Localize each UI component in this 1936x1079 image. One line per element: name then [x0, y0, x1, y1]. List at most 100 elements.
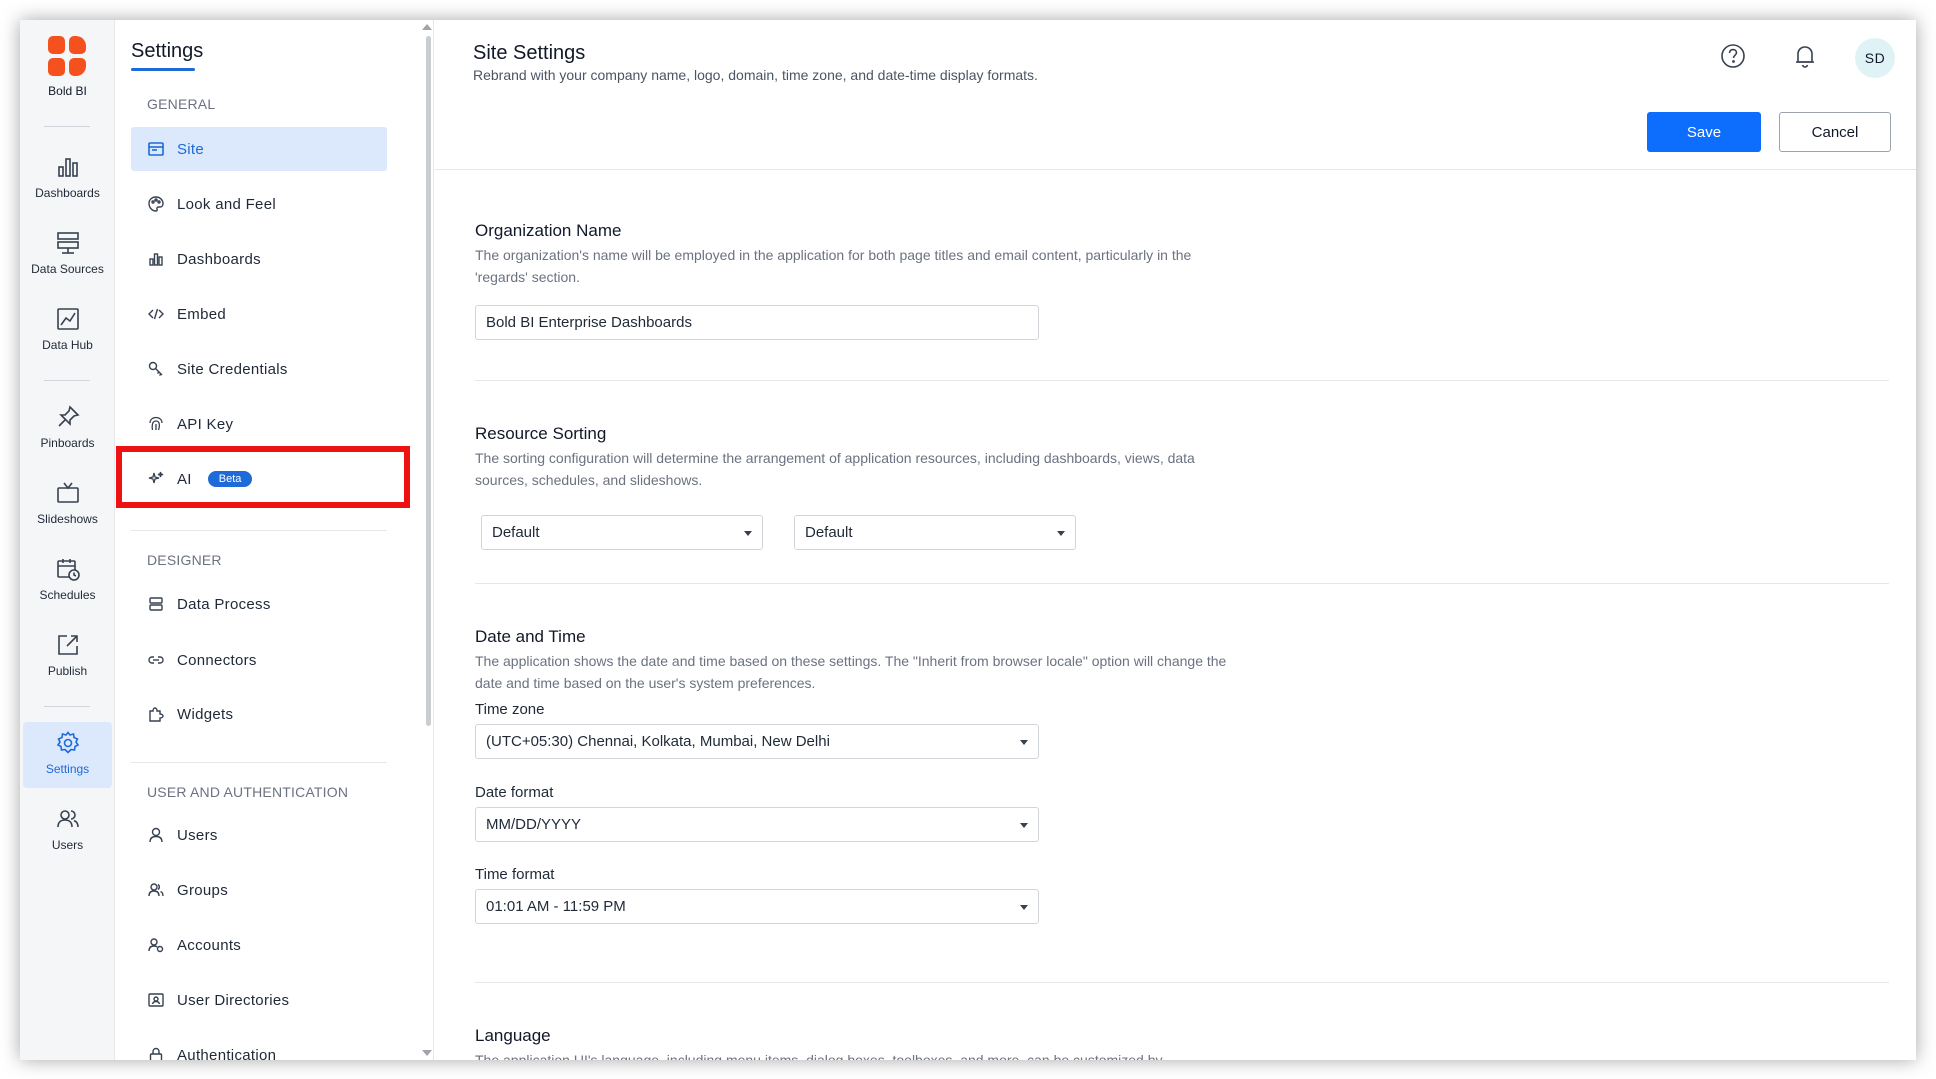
nav-item-look-and-feel[interactable]: Look and Feel: [131, 182, 387, 226]
org-name-value: Bold BI Enterprise Dashboards: [486, 314, 692, 331]
main-panel: Site Settings Rebrand with your company …: [435, 20, 1916, 1060]
nav-item-label: Accounts: [177, 936, 242, 954]
cancel-button[interactable]: Cancel: [1779, 112, 1891, 152]
nav-item-label: Groups: [177, 881, 228, 899]
help-icon[interactable]: [1719, 42, 1747, 70]
timeformat-select[interactable]: 01:01 AM - 11:59 PM: [475, 889, 1039, 924]
rail-item-schedules[interactable]: Schedules: [23, 548, 112, 614]
nav-item-authentication[interactable]: Authentication: [131, 1033, 387, 1060]
nav-item-label: Authentication: [177, 1046, 277, 1061]
sorting-select-1[interactable]: Default: [481, 515, 763, 550]
nav-item-site[interactable]: Site: [131, 127, 387, 171]
dateformat-label: Date format: [475, 784, 554, 801]
scroll-down-arrow[interactable]: [422, 1050, 432, 1056]
database-icon: [56, 232, 79, 254]
nav-item-api-key[interactable]: API Key: [131, 402, 387, 446]
nav-item-users[interactable]: Users: [131, 813, 387, 857]
rail-label: Data Sources: [31, 262, 104, 276]
rail-label: Users: [51, 838, 84, 852]
nav-divider: [131, 762, 387, 763]
puzzle-icon: [149, 707, 164, 722]
gear-icon: [56, 731, 79, 754]
bar-chart-icon: [149, 253, 163, 266]
publish-icon: [57, 635, 78, 655]
link-icon: [148, 656, 164, 664]
pin-icon: [57, 405, 80, 427]
section-header-user-auth: USER AND AUTHENTICATION: [147, 784, 349, 800]
avatar[interactable]: SD: [1855, 38, 1895, 78]
bell-icon[interactable]: [1791, 42, 1819, 70]
users-icon: [56, 810, 79, 828]
nav-item-connectors[interactable]: Connectors: [131, 638, 387, 682]
rail-item-users[interactable]: Users: [23, 798, 112, 864]
nav-item-site-credentials[interactable]: Site Credentials: [131, 347, 387, 391]
org-name-input[interactable]: Bold BI Enterprise Dashboards: [475, 305, 1039, 340]
section-header-designer: DESIGNER: [147, 552, 222, 568]
title-underline: [131, 68, 195, 71]
calendar-clock-icon: [56, 559, 80, 581]
datetime-desc: The application shows the date and time …: [475, 653, 1227, 691]
rail-label: Schedules: [39, 588, 96, 602]
palette-icon: [148, 196, 164, 212]
nav-item-embed[interactable]: Embed: [131, 292, 387, 336]
app-window: Bold BI Dashboards Data Sources Data Hub…: [20, 20, 1916, 1060]
accounts-icon: [148, 938, 164, 953]
data-hub-icon: [56, 308, 79, 330]
settings-nav: Settings GENERAL Site Look and Feel Dash…: [116, 20, 434, 1060]
rail-item-slideshows[interactable]: Slideshows: [23, 472, 112, 538]
rail-label: Data Hub: [42, 338, 93, 352]
rail-item-pinboards[interactable]: Pinboards: [23, 396, 112, 462]
directory-icon: [148, 993, 164, 1007]
sorting-select-2[interactable]: Default: [794, 515, 1076, 550]
timezone-select[interactable]: (UTC+05:30) Chennai, Kolkata, Mumbai, Ne…: [475, 724, 1039, 759]
rail-label: Publish: [47, 664, 88, 678]
nav-item-label: Dashboards: [177, 250, 261, 268]
dateformat-value: MM/DD/YYYY: [486, 816, 582, 833]
server-icon: [149, 597, 163, 611]
language-desc: The application UI's language, including…: [475, 1052, 1163, 1060]
section-divider: [475, 982, 1889, 983]
rail-label: Pinboards: [40, 436, 95, 450]
chevron-down-icon: [1020, 740, 1028, 745]
nav-item-user-directories[interactable]: User Directories: [131, 978, 387, 1022]
code-icon: [148, 308, 164, 320]
rail-item-settings[interactable]: Settings: [23, 722, 112, 788]
nav-item-accounts[interactable]: Accounts: [131, 923, 387, 967]
nav-item-data-process[interactable]: Data Process: [131, 582, 387, 626]
group-icon: [148, 883, 164, 897]
nav-item-dashboards[interactable]: Dashboards: [131, 237, 387, 281]
rail-divider: [44, 380, 90, 381]
nav-item-groups[interactable]: Groups: [131, 868, 387, 912]
rail-label: Slideshows: [37, 512, 98, 526]
nav-item-label: Site: [177, 140, 205, 158]
rail-item-data-hub[interactable]: Data Hub: [23, 298, 112, 364]
settings-nav-title: Settings: [131, 40, 204, 62]
rail-label: Dashboards: [35, 186, 100, 200]
org-title: Organization Name: [475, 221, 622, 240]
nav-item-label: User Directories: [177, 991, 290, 1009]
dateformat-select[interactable]: MM/DD/YYYY: [475, 807, 1039, 842]
page-subtitle: Rebrand with your company name, logo, do…: [473, 67, 1038, 83]
rail-divider: [44, 126, 90, 127]
timezone-label: Time zone: [475, 701, 545, 718]
rail-label: Settings: [45, 762, 90, 776]
rail-divider: [44, 706, 90, 707]
lock-icon: [149, 1047, 163, 1060]
nav-item-label: Data Process: [177, 595, 271, 613]
datetime-title: Date and Time: [475, 627, 586, 646]
scroll-up-arrow[interactable]: [422, 24, 432, 30]
nav-item-label: Site Credentials: [177, 360, 288, 378]
rail-item-publish[interactable]: Publish: [23, 624, 112, 690]
nav-item-widgets[interactable]: Widgets: [131, 692, 387, 736]
nav-scrollbar[interactable]: [426, 36, 431, 726]
save-button[interactable]: Save: [1647, 112, 1761, 152]
bold-bi-logo-icon: [46, 34, 90, 78]
page-header: Site Settings Rebrand with your company …: [435, 20, 1916, 170]
site-icon: [148, 142, 164, 156]
tv-icon: [56, 482, 79, 503]
brand[interactable]: Bold BI: [20, 34, 115, 98]
rail-item-data-sources[interactable]: Data Sources: [23, 222, 112, 288]
rail-item-dashboards[interactable]: Dashboards: [23, 146, 112, 212]
chevron-down-icon: [744, 531, 752, 536]
timeformat-value: 01:01 AM - 11:59 PM: [486, 898, 626, 915]
